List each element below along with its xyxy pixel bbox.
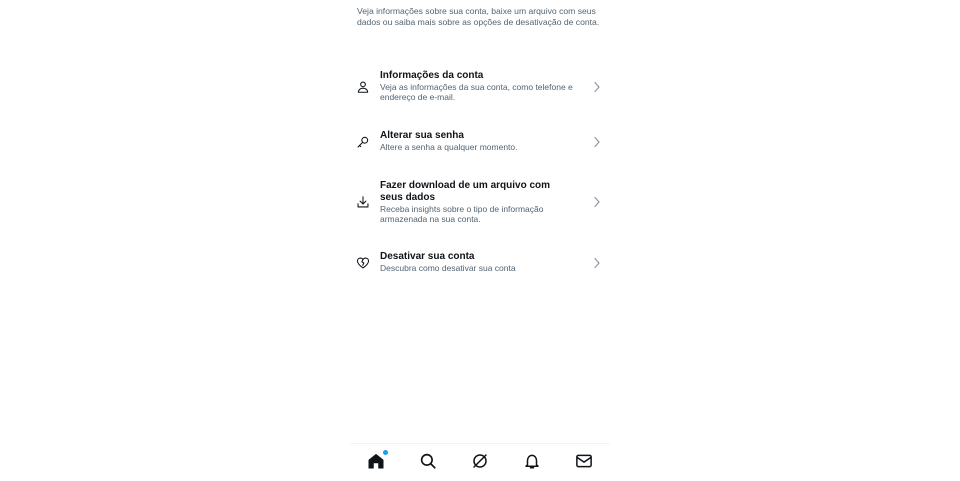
notification-dot bbox=[383, 450, 388, 455]
chevron-right-icon bbox=[593, 136, 601, 148]
row-title: Desativar sua conta bbox=[380, 251, 475, 262]
row-description: Veja as informações da sua conta, como t… bbox=[380, 82, 573, 102]
nav-notifications-button[interactable] bbox=[523, 452, 541, 470]
row-description: Altere a senha a qualquer momento. bbox=[380, 142, 518, 152]
nav-grok-button[interactable] bbox=[471, 452, 489, 470]
download-icon bbox=[356, 195, 370, 209]
home-icon bbox=[367, 452, 385, 470]
intro-text: Veja informações sobre sua conta, baixe … bbox=[357, 6, 600, 27]
row-download-archive[interactable]: Fazer download de um arquivo com seus da… bbox=[350, 180, 610, 226]
nav-messages-button[interactable] bbox=[575, 452, 593, 470]
nav-home-button[interactable] bbox=[367, 450, 388, 470]
row-description: Descubra como desativar sua conta bbox=[380, 263, 516, 273]
grok-icon bbox=[471, 452, 489, 470]
chevron-right-icon bbox=[593, 257, 601, 269]
account-settings-panel: Veja informações sobre sua conta, baixe … bbox=[350, 0, 610, 480]
chevron-right-icon bbox=[593, 196, 601, 208]
row-title: Fazer download de um arquivo com seus da… bbox=[380, 180, 551, 203]
search-icon bbox=[419, 452, 437, 470]
row-text: Fazer download de um arquivo com seus da… bbox=[380, 180, 560, 224]
row-text: Desativar sua conta Descubra como desati… bbox=[380, 251, 586, 273]
bottom-navigation-bar bbox=[350, 443, 610, 481]
nav-search-button[interactable] bbox=[419, 452, 437, 470]
row-title: Informações da conta bbox=[380, 70, 484, 81]
chevron-right-icon bbox=[593, 81, 601, 93]
broken-heart-icon bbox=[356, 256, 370, 270]
row-change-password[interactable]: Alterar sua senha Altere a senha a qualq… bbox=[350, 130, 610, 156]
bell-icon bbox=[523, 452, 541, 470]
row-account-information[interactable]: Informações da conta Veja as informações… bbox=[350, 70, 610, 106]
row-text: Alterar sua senha Altere a senha a qualq… bbox=[380, 130, 586, 152]
row-title: Alterar sua senha bbox=[380, 130, 464, 141]
key-icon bbox=[356, 135, 370, 149]
row-description: Receba insights sobre o tipo de informaç… bbox=[380, 204, 544, 224]
row-text: Informações da conta Veja as informações… bbox=[380, 70, 586, 102]
mail-icon bbox=[575, 452, 593, 470]
person-icon bbox=[356, 80, 370, 94]
row-deactivate-account[interactable]: Desativar sua conta Descubra como desati… bbox=[350, 251, 610, 277]
